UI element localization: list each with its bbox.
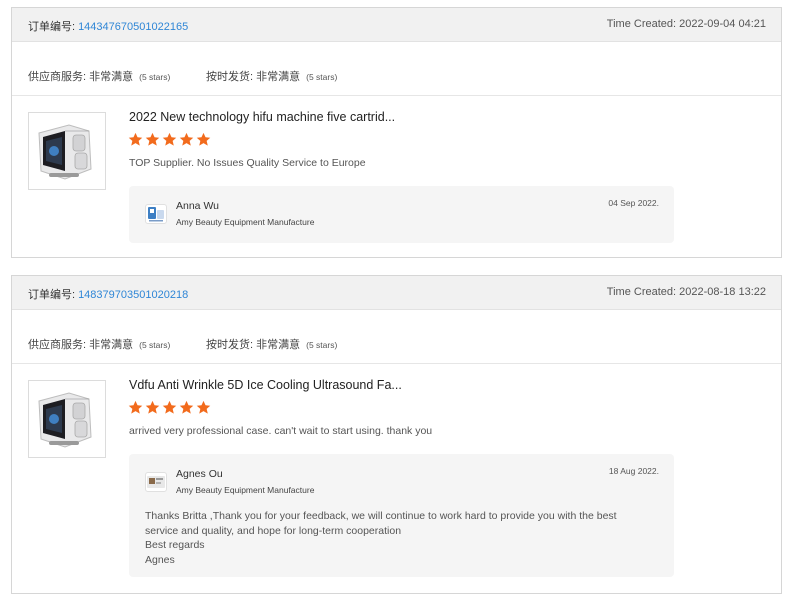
on-time-shipping-label: 按时发货: 非常满意 <box>206 71 301 83</box>
ratings-row: 供应商服务: 非常满意 (5 stars) 按时发货: 非常满意 (5 stars) <box>12 42 781 96</box>
reply-message-line: Best regards <box>145 539 205 551</box>
replier-company: Amy Beauty Equipment Manufacture <box>176 485 315 495</box>
order-number-label: 订单编号: <box>28 289 76 301</box>
on-time-shipping-stars: (5 stars) <box>306 340 338 350</box>
star-icon <box>145 400 160 414</box>
on-time-shipping-label: 按时发货: 非常满意 <box>206 339 301 351</box>
product-thumbnail[interactable] <box>28 112 106 190</box>
supplier-service-rating: 供应商服务: 非常满意 (5 stars) <box>28 336 170 352</box>
replier-name: Agnes Ou <box>176 468 223 480</box>
supplier-service-stars: (5 stars) <box>139 72 171 82</box>
beauty-machine-image <box>29 381 105 457</box>
review-text: arrived very professional case. can't wa… <box>129 425 433 437</box>
order-header: 订单编号: 144347670501022165 Time Created: 20… <box>12 8 781 42</box>
star-rating <box>128 400 211 415</box>
product-title[interactable]: Vdfu Anti Wrinkle 5D Ice Cooling Ultraso… <box>129 378 402 392</box>
replier-name: Anna Wu <box>176 200 219 212</box>
ratings-row: 供应商服务: 非常满意 (5 stars) 按时发货: 非常满意 (5 stars) <box>12 310 781 364</box>
product-title[interactable]: 2022 New technology hifu machine five ca… <box>129 110 395 124</box>
star-icon <box>179 400 194 414</box>
order-number-row: 订单编号: 148379703501020218 <box>28 286 188 302</box>
reply-message: Thanks Britta ,Thank you for your feedba… <box>145 509 655 567</box>
on-time-shipping-rating: 按时发货: 非常满意 (5 stars) <box>206 336 337 352</box>
review-card: 订单编号: 148379703501020218 Time Created: 20… <box>11 275 782 594</box>
reply-message-line: Agnes <box>145 553 175 566</box>
order-number-link[interactable]: 144347670501022165 <box>78 21 188 33</box>
supplier-reply: Agnes Ou Amy Beauty Equipment Manufactur… <box>129 454 674 577</box>
review-text: TOP Supplier. No Issues Quality Service … <box>129 157 366 169</box>
on-time-shipping-rating: 按时发货: 非常满意 (5 stars) <box>206 68 337 84</box>
supplier-service-label: 供应商服务: 非常满意 <box>28 71 134 83</box>
reply-date: 18 Aug 2022. <box>608 466 659 476</box>
order-number-label: 订单编号: <box>28 21 76 33</box>
time-created: Time Created: 2022-09-04 04:21 <box>606 18 766 30</box>
review-card: 订单编号: 144347670501022165 Time Created: 20… <box>11 7 782 258</box>
on-time-shipping-stars: (5 stars) <box>306 72 338 82</box>
replier-company: Amy Beauty Equipment Manufacture <box>176 217 315 227</box>
star-icon <box>145 132 160 146</box>
star-rating <box>128 132 211 147</box>
star-icon <box>162 400 177 414</box>
beauty-machine-image <box>29 113 105 189</box>
star-icon <box>128 400 143 414</box>
reply-date: 04 Sep 2022. <box>608 198 659 208</box>
reply-message-line: Thanks Britta ,Thank you for your feedba… <box>145 510 617 522</box>
supplier-logo-icon <box>145 204 167 224</box>
star-icon <box>128 132 143 146</box>
supplier-service-label: 供应商服务: 非常满意 <box>28 339 134 351</box>
time-created: Time Created: 2022-08-18 13:22 <box>606 286 766 298</box>
supplier-service-rating: 供应商服务: 非常满意 (5 stars) <box>28 68 170 84</box>
order-header: 订单编号: 148379703501020218 Time Created: 20… <box>12 276 781 310</box>
supplier-service-stars: (5 stars) <box>139 340 171 350</box>
order-number-row: 订单编号: 144347670501022165 <box>28 18 188 34</box>
star-icon <box>179 132 194 146</box>
order-number-link[interactable]: 148379703501020218 <box>78 289 188 301</box>
reply-message-line: service and quality, and hope for long-t… <box>145 524 402 537</box>
star-icon <box>162 132 177 146</box>
star-icon <box>196 132 211 146</box>
supplier-reply: Anna Wu Amy Beauty Equipment Manufacture… <box>129 186 674 243</box>
product-thumbnail[interactable] <box>28 380 106 458</box>
supplier-logo-icon <box>145 472 167 492</box>
star-icon <box>196 400 211 414</box>
